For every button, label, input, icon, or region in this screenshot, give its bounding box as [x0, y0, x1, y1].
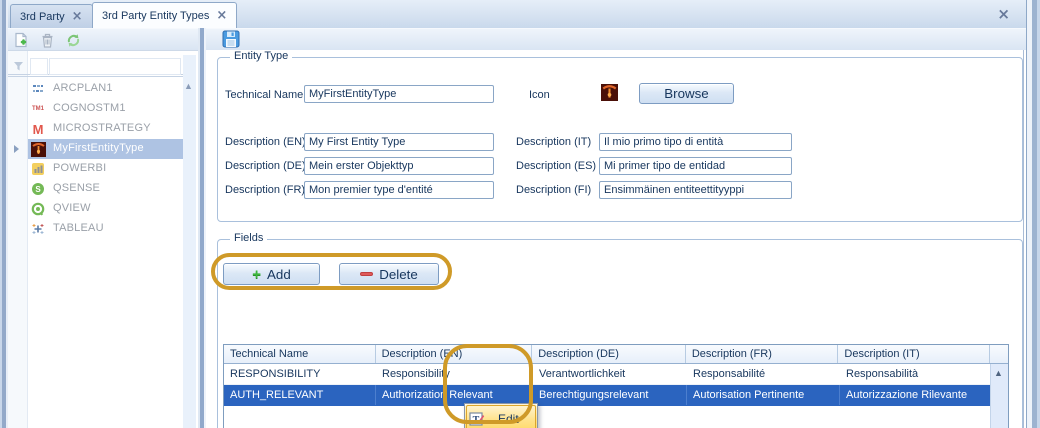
- filter-cell-name[interactable]: [49, 58, 181, 75]
- entity-icon-preview: [601, 84, 618, 101]
- entity-type-list: ▲ ARCPLAN1 TM1 COGNOSTM1: [8, 50, 198, 428]
- col-header-technical-name[interactable]: Technical Name: [224, 345, 376, 363]
- fields-group: Fields + Add Delete Technical Name Descr…: [217, 239, 1023, 428]
- tableau-icon: [30, 221, 46, 237]
- tab-close-icon[interactable]: ×: [216, 9, 227, 22]
- icon-label: Icon: [529, 89, 550, 101]
- application-window: 3rd Party × 3rd Party Entity Types × ×: [0, 0, 1040, 428]
- list-item-cognostm1[interactable]: TM1 COGNOSTM1: [8, 99, 183, 119]
- col-header-description-fr[interactable]: Description (FR): [686, 345, 839, 363]
- header-corner-cell: [990, 345, 1008, 363]
- svg-text:S: S: [35, 185, 41, 194]
- list-item-myfirstentitytype[interactable]: MyFirstEntityType: [8, 139, 183, 159]
- description-fr-input[interactable]: [304, 181, 494, 199]
- description-de-input[interactable]: [304, 157, 494, 175]
- powerbi-icon: [30, 161, 46, 177]
- col-header-description-de[interactable]: Description (DE): [532, 345, 686, 363]
- save-icon[interactable]: [222, 30, 240, 48]
- entity-type-group: Entity Type Technical Name Icon Browse D…: [217, 57, 1023, 222]
- description-es-input[interactable]: [599, 157, 792, 175]
- panel-splitter[interactable]: [198, 28, 206, 428]
- qview-icon: [30, 201, 46, 217]
- microstrategy-icon: M: [30, 121, 46, 137]
- col-header-description-en[interactable]: Description (EN): [376, 345, 533, 363]
- toolbar: [8, 28, 1026, 50]
- current-row-arrow-icon: [14, 145, 19, 153]
- description-en-label: Description (EN): [225, 136, 306, 148]
- table-scrollbar[interactable]: ▲: [990, 364, 1008, 428]
- tab-3rd-party[interactable]: 3rd Party ×: [10, 4, 93, 28]
- plus-icon: +: [252, 267, 261, 282]
- add-field-button[interactable]: + Add: [223, 263, 320, 285]
- tab-label: 3rd Party Entity Types: [102, 10, 209, 22]
- trash-icon[interactable]: [39, 32, 56, 49]
- delete-field-button[interactable]: Delete: [339, 263, 439, 285]
- browse-button[interactable]: Browse: [639, 83, 734, 104]
- table-header: Technical Name Description (EN) Descript…: [224, 345, 1008, 364]
- description-fi-label: Description (FI): [516, 184, 591, 196]
- minus-icon: [360, 272, 373, 276]
- window-right-border: [1026, 0, 1040, 428]
- menu-item-edit[interactable]: T Edit: [465, 404, 537, 428]
- description-it-input[interactable]: [599, 133, 792, 151]
- table-row-auth-relevant[interactable]: AUTH_RELEVANT Authorization Relevant Ber…: [224, 385, 1008, 406]
- table-row-responsibility[interactable]: RESPONSIBILITY Responsibility Verantwort…: [224, 364, 1008, 385]
- filter-funnel-icon: [13, 61, 24, 72]
- description-en-input[interactable]: [304, 133, 494, 151]
- list-item-qsense[interactable]: S QSENSE: [8, 179, 183, 199]
- svg-text:T: T: [473, 415, 480, 426]
- list-item-tableau[interactable]: TABLEAU: [8, 219, 183, 239]
- scroll-up-icon[interactable]: ▲: [994, 368, 1003, 378]
- qsense-icon: S: [30, 181, 46, 197]
- new-entity-icon[interactable]: [13, 32, 30, 49]
- list-item-qview[interactable]: QVIEW: [8, 199, 183, 219]
- tab-3rd-party-entity-types[interactable]: 3rd Party Entity Types ×: [92, 2, 237, 28]
- sidebar-scrollbar[interactable]: ▲: [183, 55, 196, 428]
- arcplan-icon: [30, 81, 46, 97]
- scroll-up-icon[interactable]: ▲: [184, 81, 193, 91]
- description-fr-label: Description (FR): [225, 184, 305, 196]
- context-menu: T Edit Delete: [464, 403, 538, 428]
- description-es-label: Description (ES): [516, 160, 596, 172]
- tab-label: 3rd Party: [20, 11, 65, 23]
- window-left-border: [0, 0, 8, 428]
- detail-panel: Entity Type Technical Name Icon Browse D…: [206, 50, 1024, 428]
- list-item-microstrategy[interactable]: M MICROSTRATEGY: [8, 119, 183, 139]
- group-legend: Fields: [230, 232, 267, 244]
- description-it-label: Description (IT): [516, 136, 591, 148]
- fields-table: Technical Name Description (EN) Descript…: [223, 344, 1009, 428]
- group-legend: Entity Type: [230, 50, 292, 62]
- col-header-description-it[interactable]: Description (IT): [838, 345, 990, 363]
- tab-close-icon[interactable]: ×: [72, 10, 83, 23]
- refresh-icon[interactable]: [65, 32, 82, 49]
- technical-name-label: Technical Name: [225, 89, 303, 101]
- filter-cell-icon[interactable]: [30, 58, 48, 75]
- list-item-powerbi[interactable]: POWERBI: [8, 159, 183, 179]
- list-filter-row: [8, 55, 183, 77]
- document-tab-bar: 3rd Party × 3rd Party Entity Types × ×: [8, 0, 1026, 28]
- edit-text-icon: T: [469, 411, 486, 428]
- description-de-label: Description (DE): [225, 160, 306, 172]
- list-item-arcplan1[interactable]: ARCPLAN1: [8, 79, 183, 99]
- technical-name-input[interactable]: [304, 85, 494, 103]
- pane-close-icon[interactable]: ×: [997, 7, 1010, 22]
- custom-entity-icon: [30, 141, 46, 157]
- description-fi-input[interactable]: [599, 181, 792, 199]
- tm1-icon: TM1: [30, 101, 46, 117]
